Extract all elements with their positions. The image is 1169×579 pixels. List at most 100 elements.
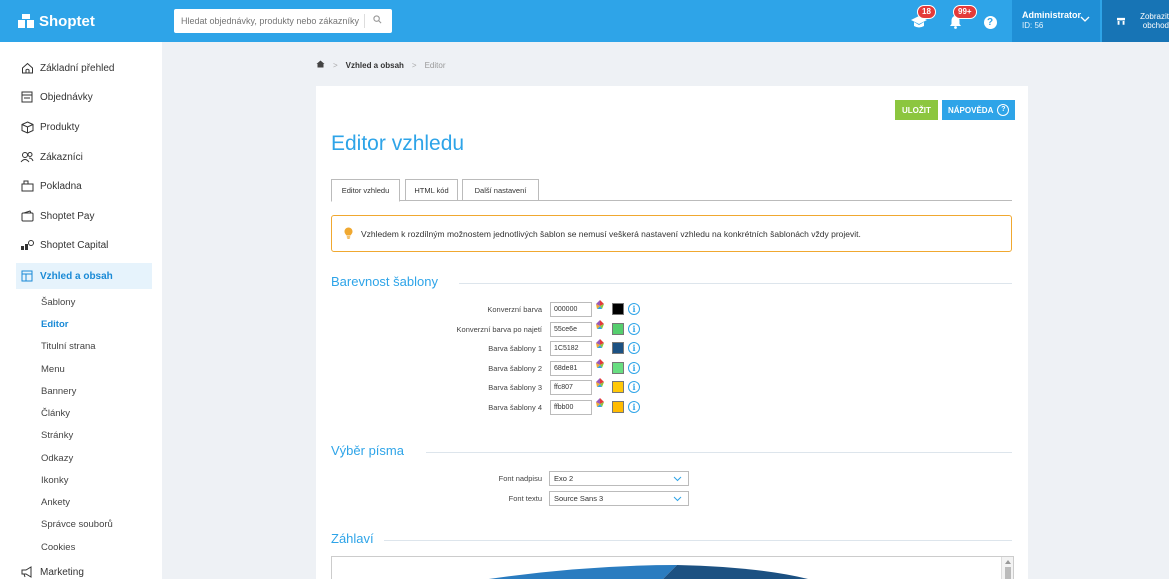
save-button[interactable]: ULOŽIT — [895, 100, 938, 120]
color-hex-input[interactable]: ffc807 — [550, 380, 592, 395]
color-swatch[interactable] — [612, 361, 624, 374]
heading-font-select[interactable]: Exo 2 — [549, 471, 689, 486]
global-search[interactable] — [174, 9, 392, 33]
store-icon — [1117, 17, 1126, 25]
tab-appearance-editor[interactable]: Editor vzhledu — [331, 179, 400, 202]
sidebar-subitem-editor[interactable]: Editor — [41, 319, 68, 330]
color-picker-icon[interactable] — [594, 378, 606, 390]
sidebar-item-customers[interactable]: Zákazníci — [16, 144, 152, 170]
shoptet-logo-icon — [18, 14, 34, 28]
page-title: Editor vzhledu — [331, 132, 465, 155]
color-row-label: Barva šablony 1 — [488, 344, 542, 353]
color-hex-input[interactable]: 1C5182 — [550, 341, 592, 356]
info-icon[interactable]: i — [628, 361, 640, 374]
help-docs-label: NÁPOVĚDA — [948, 105, 994, 115]
header-preview[interactable] — [331, 556, 1014, 579]
sidebar-subitem-cookies[interactable]: Cookies — [41, 542, 75, 553]
color-row-label: Barva šablony 4 — [488, 402, 542, 412]
breadcrumb-separator-icon: > — [333, 60, 338, 70]
sidebar-item-shoptet-capital[interactable]: Shoptet Capital — [16, 232, 152, 258]
color-hex-input[interactable]: 55ce6e — [550, 321, 592, 337]
view-shop-button[interactable]: Zobrazit obchod — [1102, 0, 1169, 42]
capital-icon — [20, 238, 34, 252]
header-section-title: Záhlaví — [331, 531, 374, 546]
text-font-select[interactable]: Source Sans 3 — [549, 491, 689, 506]
orders-icon — [20, 90, 34, 104]
sidebar-subitem-icons[interactable]: Ikonky — [41, 475, 68, 486]
tab-other-settings[interactable]: Další nastavení — [462, 179, 539, 201]
color-picker-icon[interactable] — [594, 319, 606, 332]
alerts-button[interactable]: 99+ — [945, 5, 977, 32]
editor-card: ULOŽIT NÁPOVĚDA ? Editor vzhledu Editor … — [316, 86, 1028, 579]
color-row-label: Barva šablony 3 — [488, 383, 542, 392]
sidebar-item-label: Základní přehled — [40, 62, 115, 74]
color-swatch[interactable] — [612, 381, 624, 393]
sidebar-item-orders[interactable]: Objednávky — [16, 84, 152, 110]
sidebar-item-appearance[interactable]: Vzhled a obsah — [16, 263, 152, 289]
sidebar-item-shoptet-pay[interactable]: Shoptet Pay — [16, 203, 152, 229]
sidebar-subitem-file-manager[interactable]: Správce souborů — [41, 519, 113, 530]
header-preview-image — [488, 565, 808, 579]
help-button[interactable]: ? — [980, 12, 1000, 32]
sidebar-item-dashboard[interactable]: Základní přehled — [16, 55, 152, 81]
sidebar-subitem-menu[interactable]: Menu — [41, 364, 65, 375]
alert-text: Vzhledem k rozdílným možnostem jednotliv… — [361, 228, 861, 239]
cash-register-icon — [20, 179, 34, 193]
sidebar-item-label: Vzhled a obsah — [40, 270, 113, 282]
breadcrumb: > Vzhled a obsah > Editor — [316, 60, 445, 70]
sidebar-subitem-homepage[interactable]: Titulní strana — [41, 341, 96, 352]
search-icon[interactable] — [365, 15, 389, 27]
color-hex-input[interactable]: ffbb00 — [550, 399, 592, 415]
view-shop-label: Zobrazit obchod — [1140, 12, 1169, 30]
wallet-icon — [20, 209, 34, 223]
color-picker-icon[interactable] — [594, 339, 606, 351]
alerts-badge: 99+ — [953, 5, 977, 19]
help-docs-button[interactable]: NÁPOVĚDA ? — [942, 100, 1016, 120]
sidebar-item-label: Pokladna — [40, 180, 82, 192]
info-icon[interactable]: i — [628, 381, 640, 393]
sidebar-item-products[interactable]: Produkty — [16, 114, 152, 140]
tab-html-code[interactable]: HTML kód — [405, 179, 458, 201]
sidebar-subitem-links[interactable]: Odkazy — [41, 453, 73, 464]
sidebar-subitem-banners[interactable]: Bannery — [41, 386, 76, 397]
home-icon[interactable] — [316, 60, 325, 70]
breadcrumb-parent[interactable]: Vzhled a obsah — [346, 61, 404, 70]
chevron-down-icon — [1080, 14, 1090, 25]
notifications-button[interactable]: 18 — [909, 5, 936, 32]
text-font-value: Source Sans 3 — [554, 494, 604, 503]
sidebar-subitem-polls[interactable]: Ankety — [41, 497, 70, 508]
sidebar-subitem-articles[interactable]: Články — [41, 408, 70, 419]
info-icon[interactable]: i — [628, 303, 640, 315]
section-divider — [426, 452, 1012, 453]
sidebar-subitem-templates[interactable]: Šablony — [41, 297, 75, 308]
info-icon[interactable]: i — [628, 342, 640, 354]
tab-bar: Editor vzhledu HTML kód Další nastavení — [331, 179, 1012, 202]
search-input[interactable] — [174, 16, 364, 26]
color-hex-input[interactable]: 000000 — [550, 302, 592, 317]
info-icon[interactable]: i — [628, 322, 640, 335]
color-hex-input[interactable]: 68de81 — [550, 360, 592, 376]
color-swatch[interactable] — [612, 303, 624, 315]
sidebar-item-cash-register[interactable]: Pokladna — [16, 173, 152, 199]
info-icon[interactable]: i — [628, 400, 640, 413]
notifications-badge: 18 — [917, 5, 936, 19]
color-picker-icon[interactable] — [594, 397, 606, 410]
color-swatch[interactable] — [612, 342, 624, 354]
color-swatch[interactable] — [612, 400, 624, 413]
color-picker-icon[interactable] — [594, 358, 606, 371]
sidebar-item-marketing[interactable]: Marketing — [16, 559, 152, 579]
help-icon: ? — [983, 15, 997, 29]
color-picker-icon[interactable] — [594, 300, 606, 312]
admin-menu[interactable]: Administrator ID: 56 — [1012, 0, 1100, 42]
colors-section-title: Barevnost šablony — [331, 274, 438, 289]
shoptet-logo[interactable]: Shoptet — [0, 0, 160, 42]
question-icon: ? — [997, 104, 1010, 116]
sidebar-item-label: Zákazníci — [40, 151, 83, 163]
sidebar-item-label: Marketing — [40, 566, 84, 578]
breadcrumb-separator-icon: > — [411, 60, 417, 70]
sidebar-subitem-pages[interactable]: Stránky — [41, 430, 73, 441]
sidebar-item-label: Produkty — [40, 121, 80, 133]
preview-scrollbar[interactable] — [1001, 557, 1013, 579]
box-icon — [20, 120, 34, 134]
color-swatch[interactable] — [612, 322, 624, 335]
